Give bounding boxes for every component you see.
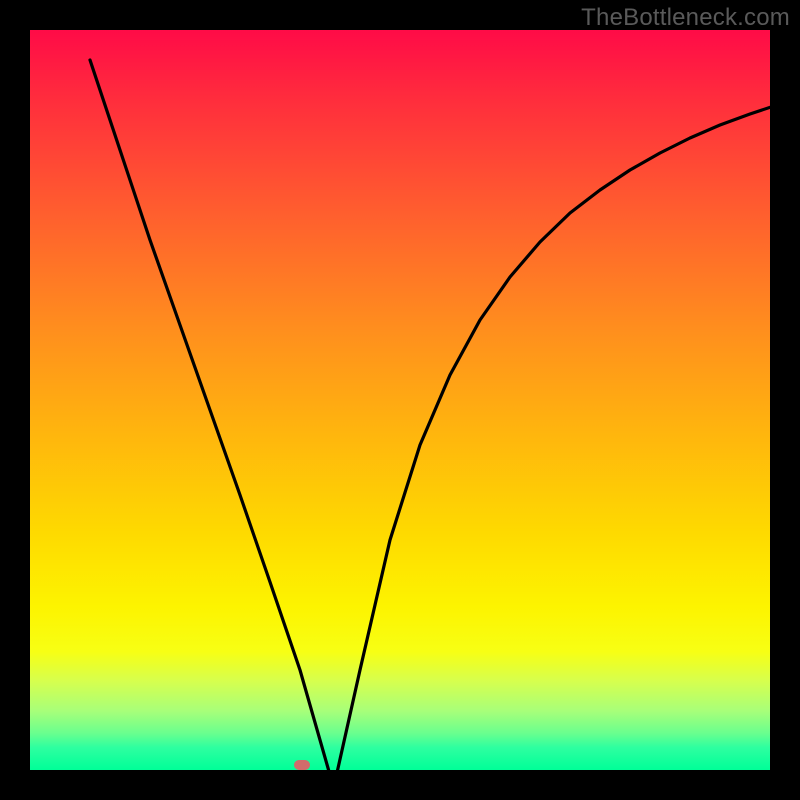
chart-frame: TheBottleneck.com (0, 0, 800, 800)
chart-plot-area (30, 30, 770, 770)
curve-path (90, 60, 800, 795)
watermark-text: TheBottleneck.com (581, 4, 790, 32)
bottleneck-curve (60, 60, 800, 800)
optimum-marker (294, 760, 310, 770)
